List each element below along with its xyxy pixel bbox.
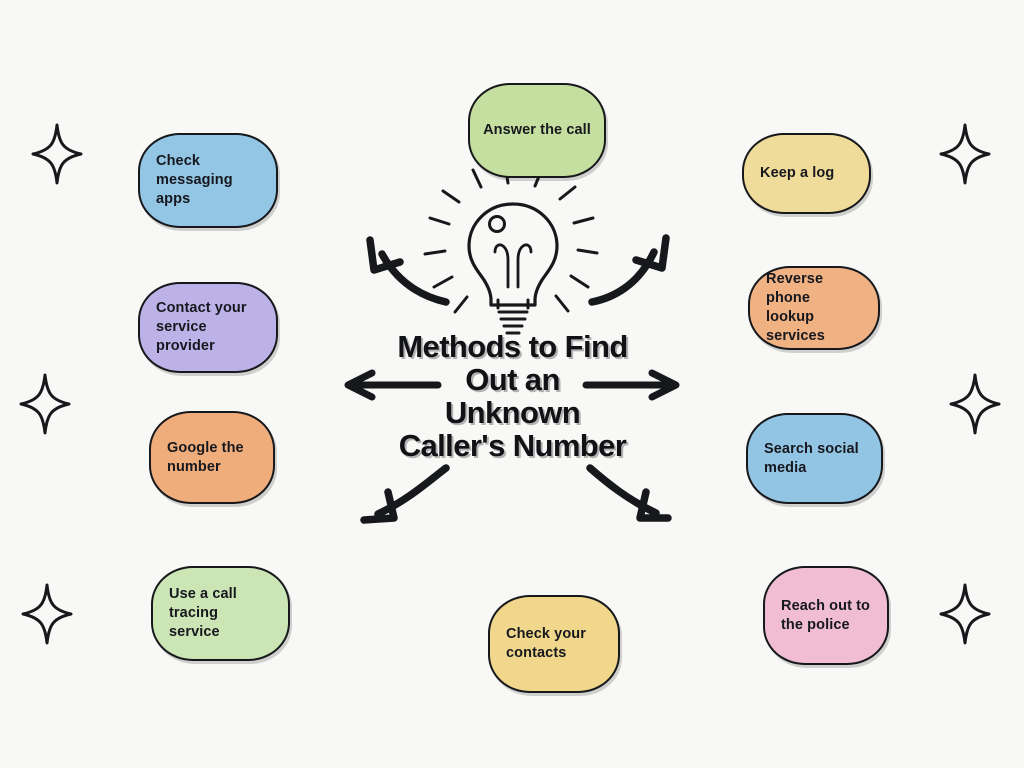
node-label: Reverse phone lookup services	[766, 271, 825, 344]
node-label: Reach out to the police	[781, 597, 871, 633]
node-search-social-media[interactable]: Search social media	[746, 413, 883, 504]
node-label: Check messaging apps	[156, 153, 233, 207]
node-label: Keep a log	[760, 165, 835, 182]
sparkle-icon	[21, 583, 73, 645]
node-label: Google the number	[167, 439, 244, 475]
sparkle-icon	[949, 373, 1001, 435]
node-answer-the-call[interactable]: Answer the call	[468, 83, 606, 178]
curved-arrow-up-right-icon	[588, 234, 670, 306]
node-label: Answer the call	[483, 122, 591, 139]
node-use-call-tracing-service[interactable]: Use a call tracing service	[151, 566, 290, 661]
node-label: Search social media	[764, 440, 859, 476]
sparkle-icon	[939, 583, 991, 645]
sparkle-icon	[19, 373, 71, 435]
lightbulb-icon	[423, 163, 599, 335]
node-keep-a-log[interactable]: Keep a log	[742, 133, 871, 214]
node-check-messaging[interactable]: Check messaging apps	[138, 133, 278, 228]
node-google-number[interactable]: Google the number	[149, 411, 275, 504]
node-label: Use a call tracing service	[169, 586, 237, 640]
node-label: Contact your service provider	[156, 300, 247, 354]
sparkle-icon	[939, 123, 991, 185]
node-label: Check your contacts	[506, 626, 586, 661]
curved-arrow-down-left-icon	[360, 464, 450, 524]
mindmap-center-title: Methods to Find Out an Unknown Caller's …	[397, 329, 628, 464]
node-reverse-phone-lookup-services[interactable]: Reverse phone lookup services	[748, 266, 880, 350]
node-check-your-contacts[interactable]: Check your contacts	[488, 595, 620, 693]
curved-arrow-down-right-icon	[586, 464, 672, 522]
node-reach-out-to-the-police[interactable]: Reach out to the police	[763, 566, 889, 665]
sparkle-icon	[31, 123, 83, 185]
curved-arrow-up-left-icon	[366, 236, 450, 306]
node-contact-provider[interactable]: Contact your service provider	[138, 282, 278, 373]
